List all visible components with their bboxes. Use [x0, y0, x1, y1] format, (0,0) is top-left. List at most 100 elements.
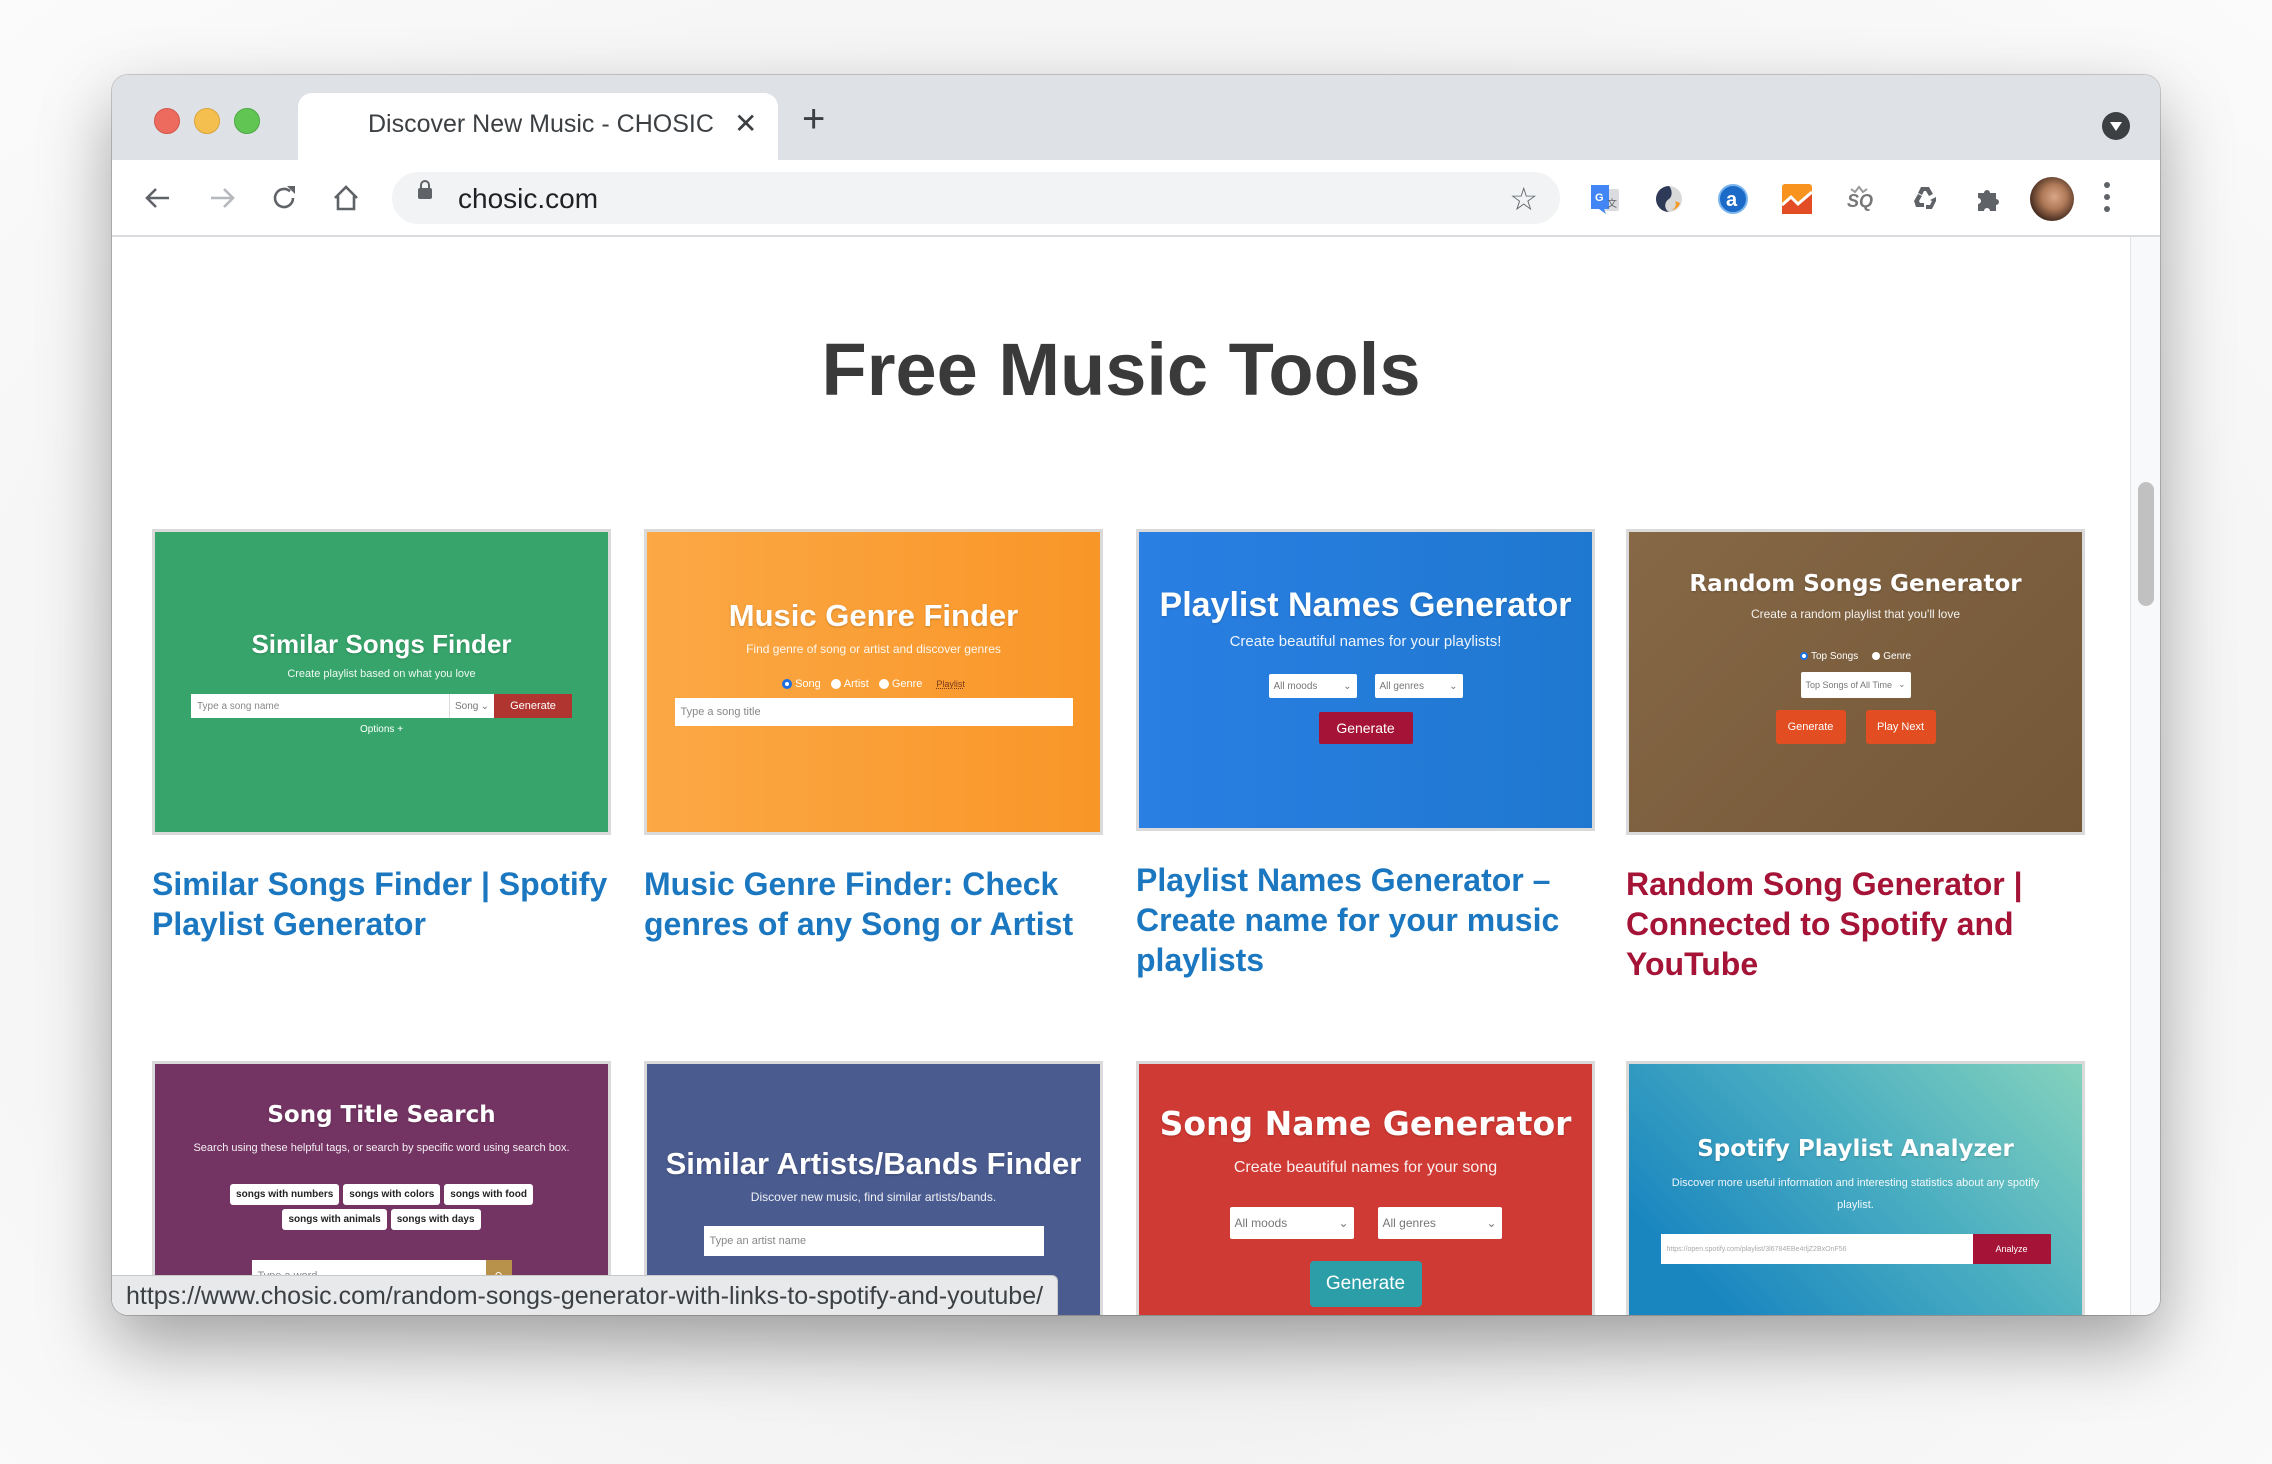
close-window-button[interactable] — [154, 108, 180, 134]
address-bar[interactable]: chosic.com ☆ — [392, 172, 1560, 224]
song-name-input[interactable]: Type a song name — [191, 694, 449, 718]
profile-avatar[interactable] — [2030, 177, 2074, 221]
chosic-favicon-icon — [327, 112, 351, 140]
page-heading: Free Music Tools — [821, 328, 1421, 411]
url-text[interactable]: chosic.com — [458, 183, 598, 215]
bookmark-star-icon[interactable]: ☆ — [1509, 180, 1538, 218]
simplenote-icon[interactable] — [1652, 182, 1686, 216]
thumb-subtitle: Create beautiful names for your playlist… — [1229, 633, 1502, 650]
analyze-button[interactable]: Analyze — [1972, 1234, 2051, 1264]
search-tag-chip[interactable]: songs with colors — [343, 1184, 441, 1205]
thumb-heading: Song Title Search — [267, 1102, 496, 1128]
maximize-window-button[interactable] — [234, 108, 260, 134]
thumb-subtitle: Find genre of song or artist and discove… — [746, 642, 1001, 656]
playlist-url-input[interactable]: https://open.spotify.com/playlist/3l6784… — [1660, 1234, 1973, 1264]
search-type-select[interactable]: Song ⌄ — [449, 694, 494, 718]
radio-song[interactable] — [782, 679, 793, 689]
tab-close-icon[interactable]: ✕ — [734, 107, 757, 140]
card-thumbnail[interactable]: Playlist Names Generator Create beautifu… — [1136, 529, 1595, 831]
alexa-rank-icon[interactable]: a — [1716, 182, 1750, 216]
thumb-subtitle: Create playlist based on what you love — [287, 668, 476, 680]
thumb-heading: Similar Artists/Bands Finder — [665, 1146, 1082, 1181]
thumb-subtitle: Search using these helpful tags, or sear… — [193, 1142, 570, 1154]
page-content: Free Music Tools Similar Songs Finder Cr… — [112, 237, 2130, 1315]
play-next-button[interactable]: Play Next — [1865, 709, 1936, 744]
generate-button[interactable]: Generate — [1318, 712, 1413, 744]
chart-select[interactable]: Top Songs of All Time ⌄ — [1800, 671, 1911, 698]
extensions-puzzle-icon[interactable] — [1972, 182, 2006, 216]
tags-row: songs with animals songs with days — [280, 1207, 482, 1232]
search-tag-chip[interactable]: songs with days — [390, 1209, 481, 1230]
playlist-link[interactable]: Playlist — [936, 679, 965, 689]
google-translate-icon[interactable]: G文 — [1588, 182, 1622, 216]
tab-active[interactable]: Discover New Music - CHOSIC ✕ — [298, 93, 778, 160]
card-title-link[interactable]: Similar Songs Finder | Spotify Playlist … — [152, 864, 622, 944]
radio-genre[interactable] — [1872, 652, 1881, 660]
generate-button[interactable]: Generate — [1309, 1261, 1422, 1307]
thumb-heading: Random Songs Generator — [1689, 570, 2022, 597]
radio-top-songs[interactable] — [1799, 652, 1808, 660]
svg-text:a: a — [1726, 189, 1738, 211]
thumb-heading: Playlist Names Generator — [1159, 586, 1572, 624]
thumb-subtitle: Discover more useful information and int… — [1671, 1177, 2040, 1211]
generate-button[interactable]: Generate — [1775, 709, 1846, 744]
lock-icon — [418, 180, 432, 199]
browser-menu-icon[interactable] — [2102, 182, 2112, 216]
seoquake-icon[interactable]: SQ — [1844, 182, 1878, 216]
radio-label: Song — [795, 678, 821, 690]
select-value: Song — [455, 700, 479, 712]
genre-select[interactable]: All genres ⌄ — [1377, 1207, 1502, 1239]
search-tag-chip[interactable]: songs with animals — [282, 1209, 387, 1230]
chevron-down-icon: ⌄ — [480, 700, 489, 712]
recycle-icon[interactable] — [1908, 182, 1942, 216]
options-toggle[interactable]: Options + — [360, 724, 403, 735]
select-value: Top Songs of All Time — [1805, 679, 1893, 690]
reload-icon — [273, 186, 295, 209]
radio-label: Artist — [843, 678, 869, 690]
forward-button[interactable] — [202, 178, 242, 218]
arrow-left-icon — [145, 188, 169, 208]
card-thumbnail[interactable]: Spotify Playlist Analyzer Discover more … — [1626, 1061, 2085, 1315]
select-value: All moods — [1273, 680, 1318, 692]
song-title-input[interactable]: Type a song title — [674, 698, 1073, 726]
card-thumbnail[interactable]: Similar Songs Finder Create playlist bas… — [152, 529, 611, 835]
radio-artist[interactable] — [830, 679, 841, 689]
browser-window: Discover New Music - CHOSIC ✕ + chosic.c… — [112, 75, 2160, 1315]
home-button[interactable] — [326, 178, 366, 218]
new-tab-button[interactable]: + — [802, 97, 825, 142]
card-title-link[interactable]: Playlist Names Generator – Create name f… — [1136, 860, 1606, 980]
card-title-link[interactable]: Random Song Generator | Connected to Spo… — [1626, 864, 2096, 984]
scrollbar-thumb[interactable] — [2138, 482, 2154, 606]
chevron-down-icon: ⌄ — [1343, 680, 1352, 692]
thumb-heading: Song Name Generator — [1159, 1104, 1572, 1143]
mood-select[interactable]: All moods ⌄ — [1229, 1207, 1354, 1239]
card-thumbnail[interactable]: Music Genre Finder Find genre of song or… — [644, 529, 1103, 835]
thumb-heading: Similar Songs Finder — [251, 629, 512, 659]
thumb-heading: Music Genre Finder — [728, 598, 1019, 633]
search-tag-chip[interactable]: songs with food — [444, 1184, 533, 1205]
search-tag-chip[interactable]: songs with numbers — [230, 1184, 340, 1205]
select-value: All genres — [1379, 680, 1424, 692]
minimize-window-button[interactable] — [194, 108, 220, 134]
generate-button[interactable]: Generate — [494, 694, 572, 718]
chevron-down-icon: ⌄ — [1338, 1216, 1349, 1230]
vertical-scrollbar[interactable] — [2130, 237, 2160, 1315]
arrow-right-icon — [211, 188, 235, 208]
radio-label: Top Songs — [1810, 650, 1859, 662]
mood-select[interactable]: All moods ⌄ — [1268, 674, 1357, 698]
artist-name-input[interactable]: Type an artist name — [703, 1226, 1044, 1256]
thumb-subtitle: Discover new music, find similar artists… — [750, 1190, 997, 1204]
radio-genre[interactable] — [878, 679, 889, 689]
analytics-icon[interactable] — [1780, 182, 1814, 216]
back-button[interactable] — [138, 178, 178, 218]
chevron-down-icon: ⌄ — [1486, 1216, 1497, 1230]
card-thumbnail[interactable]: Song Name Generator Create beautiful nam… — [1136, 1061, 1595, 1315]
tab-strip: Discover New Music - CHOSIC ✕ + — [112, 75, 2160, 160]
reload-button[interactable] — [264, 178, 304, 218]
genre-select[interactable]: All genres ⌄ — [1374, 674, 1463, 698]
chevron-down-icon: ⌄ — [1449, 680, 1458, 692]
browser-toolbar: chosic.com ☆ G文 a SQ — [112, 160, 2160, 237]
card-thumbnail[interactable]: Random Songs Generator Create a random p… — [1626, 529, 2085, 835]
tab-search-icon[interactable] — [2102, 112, 2130, 140]
card-title-link[interactable]: Music Genre Finder: Check genres of any … — [644, 864, 1114, 944]
